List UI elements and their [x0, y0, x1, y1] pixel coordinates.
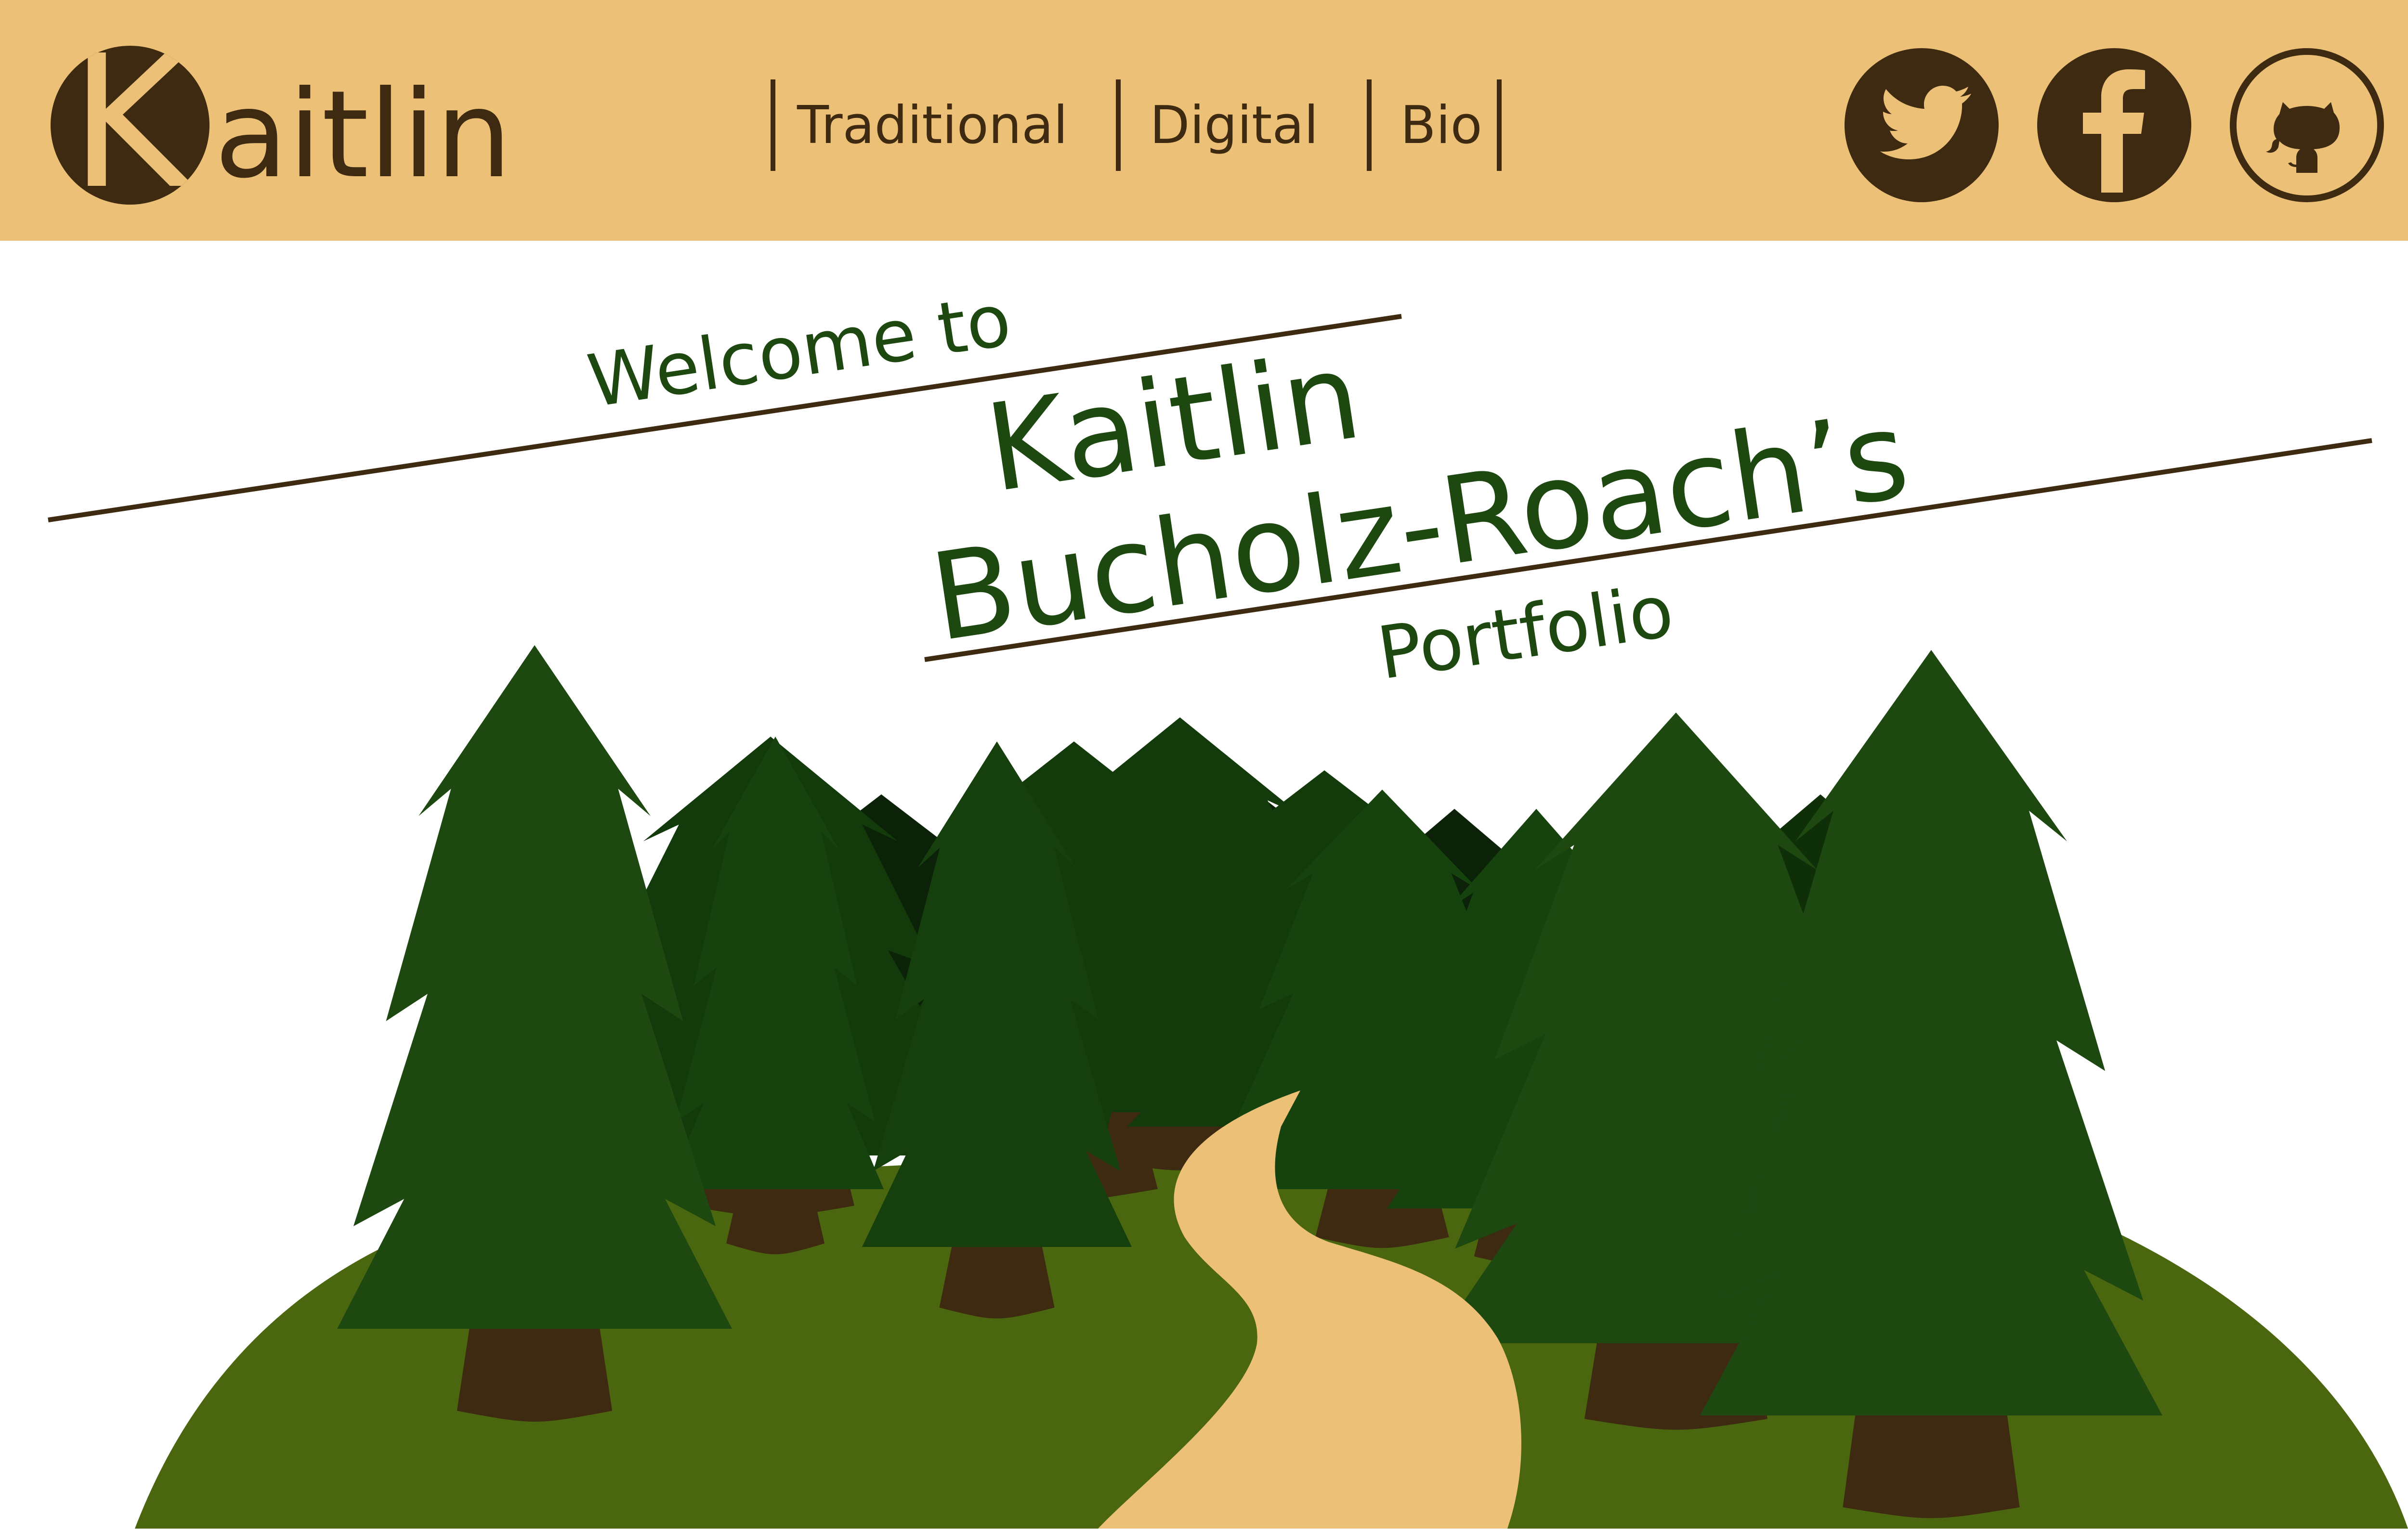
- pine-tree: [337, 645, 732, 1329]
- forest: [135, 645, 2408, 1529]
- tree-trunk: [726, 1180, 824, 1255]
- hero-title: Welcome to Kaitlin Bucholz-Roach’s Portf…: [48, 278, 2372, 696]
- tree-trunk: [1843, 1400, 2020, 1518]
- tree-trunk: [939, 1237, 1055, 1319]
- tree-trunk: [457, 1315, 613, 1422]
- forest-scene: Welcome to Kaitlin Bucholz-Roach’s Portf…: [48, 278, 2408, 1529]
- pine-tree: [1700, 650, 2162, 1415]
- welcome-line: Welcome to: [583, 278, 1016, 424]
